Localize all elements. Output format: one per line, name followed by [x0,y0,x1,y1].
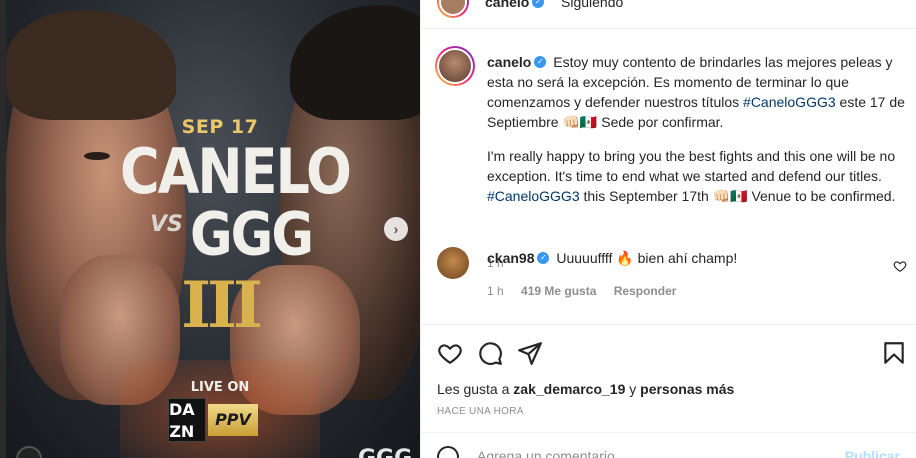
chevron-right-icon: › [393,221,399,237]
emoji-icon[interactable] [437,446,459,458]
header-avatar[interactable] [437,0,469,18]
poster-vs: VS [150,212,183,237]
ppv-badge: PPV [208,404,258,436]
caption-body: canelo ✓ Estoy muy contento de brindarles… [487,52,905,206]
poster-fighter2: GGG [190,200,314,270]
hashtag-link[interactable]: #CaneloGGG3 [487,188,580,204]
comment-likes[interactable]: 419 Me gusta [521,284,596,298]
dazn-logo-top: DA [169,400,195,419]
post-header: canelo ✓ Siguiendo [421,0,916,29]
fist-flag-emoji: 👊🏻🇲🇽 [712,188,748,204]
comment-icon[interactable] [477,340,503,366]
dazn-logo: DA ZN [168,398,206,442]
comment-body: ckan98 ✓ Uuuuuffff 🔥 bien ahí champ! [487,250,737,267]
fist-flag-emoji: 👊🏻🇲🇽 [562,114,598,130]
caption-english: I'm really happy to bring you the best f… [487,146,905,206]
next-image-button[interactable]: › [384,217,408,241]
dazn-logo-bottom: ZN [169,422,195,441]
comment-username[interactable]: ckan98 [487,250,534,266]
heart-icon[interactable] [437,340,463,366]
media-left-edge [0,0,6,458]
reply-button[interactable]: Responder [614,284,677,298]
fighter-left-hair [6,10,176,120]
post-actions [435,340,905,366]
tag-indicator[interactable] [16,446,42,458]
likes-user[interactable]: zak_demarco_19 [513,381,625,397]
likes-prefix: Les gusta a [437,381,510,397]
add-comment-input[interactable]: Agrega un comentario... [477,448,626,458]
hashtag-link[interactable]: #CaneloGGG3 [743,94,836,110]
fighter-right-hair [290,5,420,120]
follow-status[interactable]: Siguiendo [561,0,623,10]
fighter-left-eye [84,152,110,160]
poster-numeral: III [181,268,263,343]
comment-text: Uuuuuffff 🔥 bien ahí champ! [556,250,738,266]
header-username[interactable]: canelo ✓ [485,0,547,10]
likes-others[interactable]: personas más [640,381,734,397]
caption-text-en-2: this September 17th [583,188,709,204]
post-timestamp[interactable]: HACE UNA HORA [437,406,524,417]
ggg-corner-logo: GGG [358,446,412,458]
send-icon[interactable] [517,340,543,366]
actions-divider [421,324,916,325]
publish-button[interactable]: Publicar [845,448,900,458]
caption-avatar[interactable] [435,46,475,86]
comment-time[interactable]: 1 h [487,284,504,298]
bookmark-icon[interactable] [881,340,907,366]
header-username-text[interactable]: canelo [485,0,529,10]
post-image[interactable]: SEP 17 CANELO VS GGG III LIVE ON DA ZN P… [0,0,420,458]
caption-text-en-1: I'm really happy to bring you the best f… [487,148,896,184]
likes-summary: Les gusta a zak_demarco_19 y personas má… [437,381,734,397]
verified-icon: ✓ [537,252,550,265]
caption-text-es-3: Sede por confirmar. [601,114,724,130]
caption-username[interactable]: canelo [487,54,531,70]
caption-spanish: canelo ✓ Estoy muy contento de brindarles… [487,52,905,132]
comment-avatar[interactable] [437,247,469,279]
comment-divider [421,432,916,433]
verified-icon: ✓ [534,56,547,69]
verified-icon: ✓ [532,0,545,9]
comment-like-heart-icon[interactable] [893,259,907,273]
likes-connector: y [629,381,637,397]
poster-live-on: LIVE ON [190,380,250,395]
post-sidebar: canelo ✓ Siguiendo canelo ✓ Estoy muy cont… [420,0,916,458]
poster-fighter1: CANELO [120,135,352,208]
caption-text-en-3: Venue to be confirmed. [751,188,896,204]
comment-meta: 1 h 419 Me gusta Responder [487,284,690,298]
